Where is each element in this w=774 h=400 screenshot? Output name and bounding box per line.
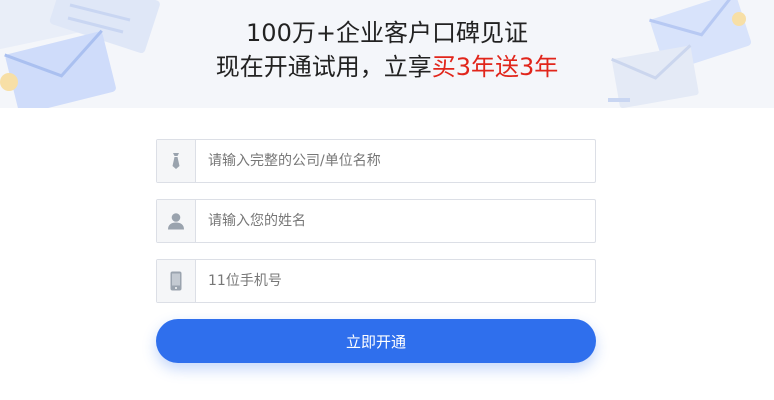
user-icon: [157, 200, 196, 242]
promo-offer-text: 买3年送3年: [431, 53, 559, 81]
signup-page: 100万+企业客户口碑见证 现在开通试用，立享买3年送3年 请输入完整的公司/单…: [0, 0, 774, 400]
headline-line-2: 现在开通试用，立享买3年送3年: [0, 50, 774, 84]
company-field: [156, 139, 596, 183]
tie-icon: [157, 140, 196, 182]
signup-form: [156, 139, 596, 319]
promo-banner: 100万+企业客户口碑见证 现在开通试用，立享买3年送3年: [0, 0, 774, 108]
phone-icon: [157, 260, 196, 302]
company-input[interactable]: [196, 140, 595, 182]
phone-input[interactable]: [196, 260, 595, 302]
headline-line-1: 100万+企业客户口碑见证: [246, 19, 528, 47]
banner-headline: 100万+企业客户口碑见证 现在开通试用，立享买3年送3年: [0, 16, 774, 84]
name-field: [156, 199, 596, 243]
phone-field: [156, 259, 596, 303]
headline-line-2-text: 现在开通试用，立享: [215, 53, 432, 81]
activate-button[interactable]: 立即开通: [156, 319, 596, 363]
name-input[interactable]: [196, 200, 595, 242]
